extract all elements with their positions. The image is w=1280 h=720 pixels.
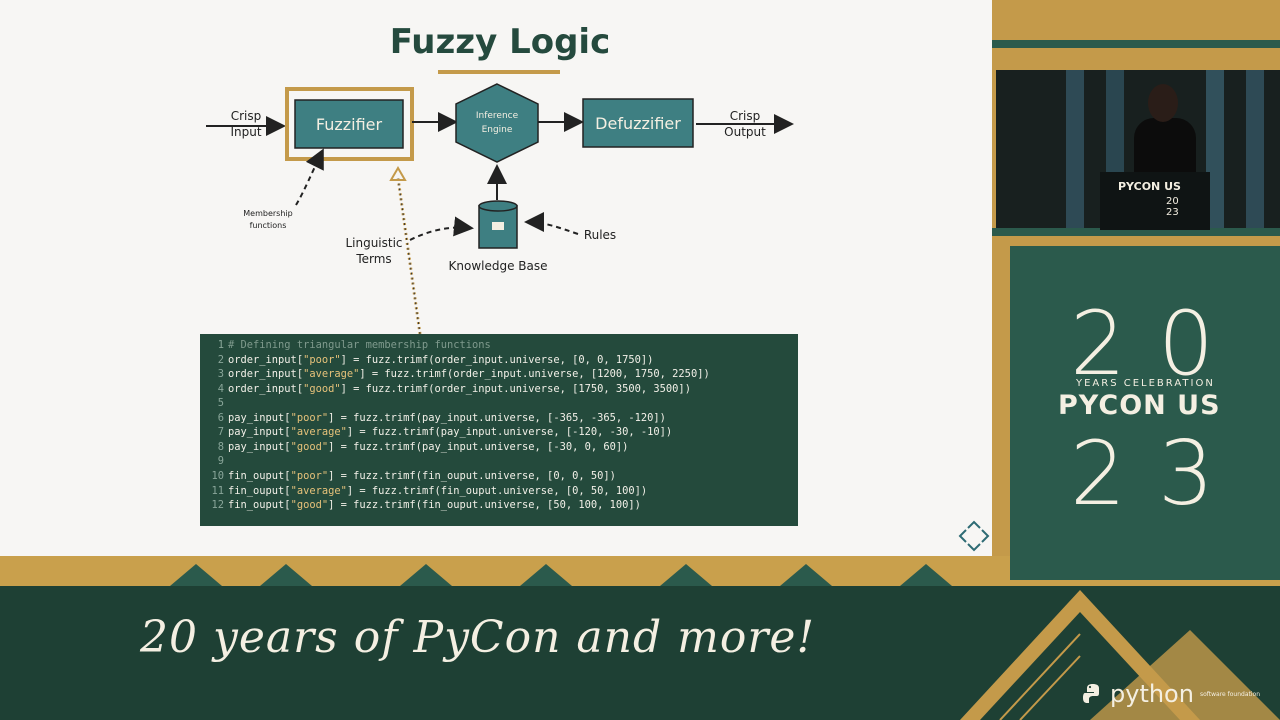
speaker-head	[1148, 84, 1178, 122]
code-text: ] = fuzz.trimf(order_input.universe, [12…	[359, 368, 710, 380]
line-number: 6	[217, 412, 224, 424]
database-icon	[478, 200, 518, 249]
tagline: 20 years of PyCon and more!	[140, 612, 816, 663]
diamond-nav-icon[interactable]	[956, 520, 992, 552]
code-text: pay_input[	[228, 412, 291, 424]
code-line: 8 pay_input["good"] = fuzz.trimf(pay_inpu…	[200, 440, 629, 454]
code-line: 11 fin_ouput["average"] = fuzz.trimf(fin_…	[200, 484, 647, 498]
crisp-output-label: Output	[724, 125, 766, 139]
code-text: order_input[	[228, 354, 304, 366]
gold-arrowhead	[389, 166, 407, 181]
membership-functions-label: functions	[250, 221, 287, 230]
code-string: "average"	[290, 426, 347, 438]
python-foundation-label: software foundation	[1199, 690, 1260, 698]
code-block: 1 # Defining triangular membership functi…	[200, 334, 798, 526]
code-text: ] = fuzz.trimf(pay_input.universe, [-120…	[346, 426, 673, 438]
year-digit: 2	[1070, 292, 1126, 395]
membership-functions-label: Membership	[243, 209, 292, 218]
python-logo-icon	[1083, 684, 1099, 703]
crisp-output-label: Crisp	[730, 109, 761, 123]
code-text: order_input[	[228, 383, 304, 395]
code-string: "poor"	[290, 470, 329, 482]
code-line: 5	[200, 396, 228, 410]
line-number: 9	[217, 455, 224, 467]
code-text: ] = fuzz.trimf(order_input.universe, [0,…	[340, 354, 654, 366]
code-text: ] = fuzz.trimf(fin_ouput.universe, [0, 0…	[328, 470, 616, 482]
line-number: 5	[217, 397, 224, 409]
code-text: fin_ouput[	[228, 485, 291, 497]
line-number: 7	[217, 426, 224, 438]
knowledge-base-label: Knowledge Base	[449, 259, 548, 273]
crisp-input-label: Crisp	[231, 109, 262, 123]
code-string: "poor"	[303, 354, 341, 366]
podium-year-top: 20	[1166, 196, 1179, 207]
python-foundation-logo: python software foundation	[1082, 680, 1260, 708]
podium-label: PYCON US	[1118, 180, 1181, 193]
year-digit: 0	[1158, 292, 1214, 395]
pycon-us-wordmark: PYCON US	[1058, 390, 1221, 421]
year-digit: 3	[1158, 422, 1214, 525]
code-text: fin_ouput[	[228, 470, 291, 482]
inference-engine-label: Engine	[482, 125, 513, 135]
code-string: "average"	[290, 485, 347, 497]
code-string: "average"	[303, 368, 360, 380]
inference-engine-label: Inference	[476, 111, 519, 121]
presentation-slide: Fuzzy Logic Crisp Input Fuzzifier Infere…	[0, 0, 992, 556]
code-text: ] = fuzz.trimf(order_input.universe, [17…	[340, 383, 691, 395]
defuzzifier-label: Defuzzifier	[595, 114, 681, 133]
code-text: ] = fuzz.trimf(fin_ouput.universe, [0, 5…	[346, 485, 648, 497]
podium-year: 20 23	[1166, 196, 1179, 218]
line-number: 10	[211, 470, 224, 482]
code-line: 3 order_input["average"] = fuzz.trimf(ord…	[200, 367, 710, 381]
code-text: fin_ouput[	[228, 499, 291, 511]
speaker-figure	[1134, 118, 1196, 178]
dashed-arrow	[524, 212, 579, 235]
python-wordmark: python	[1110, 680, 1194, 708]
line-number: 2	[217, 354, 224, 366]
year-digit: 2	[1070, 422, 1126, 525]
dashed-arrow	[409, 216, 474, 241]
code-line: 1 # Defining triangular membership functi…	[200, 338, 491, 352]
code-text: ] = fuzz.trimf(fin_ouput.universe, [50, …	[328, 499, 641, 511]
code-string: "good"	[290, 499, 329, 511]
code-line: 12 fin_ouput["good"] = fuzz.trimf(fin_oup…	[200, 498, 641, 512]
code-text: pay_input[	[228, 441, 291, 453]
rules-label: Rules	[584, 228, 616, 242]
code-comment: # Defining triangular membership functio…	[228, 339, 491, 351]
code-text: pay_input[	[228, 426, 291, 438]
code-text: order_input[	[228, 368, 304, 380]
code-line: 4 order_input["good"] = fuzz.trimf(order_…	[200, 382, 691, 396]
linguistic-terms-label: Linguistic	[345, 236, 402, 250]
line-number: 12	[211, 499, 224, 511]
code-string: "good"	[290, 441, 329, 453]
line-number: 8	[217, 441, 224, 453]
fuzzifier-label: Fuzzifier	[316, 115, 383, 134]
years-celebration-label: YEARS CELEBRATION	[1076, 378, 1215, 389]
line-number: 3	[217, 368, 224, 380]
code-line: 9	[200, 454, 228, 468]
line-number: 11	[211, 485, 224, 497]
crisp-input-label: Input	[230, 125, 261, 139]
code-text: ] = fuzz.trimf(pay_input.universe, [-365…	[328, 412, 666, 424]
code-line: 6 pay_input["poor"] = fuzz.trimf(pay_inpu…	[200, 411, 666, 425]
code-line: 10 fin_ouput["poor"] = fuzz.trimf(fin_oup…	[200, 469, 616, 483]
code-string: "good"	[303, 383, 341, 395]
podium-year-bottom: 23	[1166, 207, 1179, 218]
code-line: 2 order_input["poor"] = fuzz.trimf(order_…	[200, 353, 654, 367]
gold-dotted-arrow	[396, 177, 422, 335]
line-number: 4	[217, 383, 224, 395]
code-text: ] = fuzz.trimf(pay_input.universe, [-30,…	[328, 441, 629, 453]
line-number: 1	[217, 339, 224, 351]
code-string: "poor"	[290, 412, 329, 424]
code-line: 7 pay_input["average"] = fuzz.trimf(pay_i…	[200, 425, 672, 439]
linguistic-terms-label: Terms	[355, 252, 391, 266]
fuzzy-logic-diagram: Crisp Input Fuzzifier Inference Engine D…	[206, 83, 794, 335]
inference-engine-hexagon	[455, 83, 539, 163]
